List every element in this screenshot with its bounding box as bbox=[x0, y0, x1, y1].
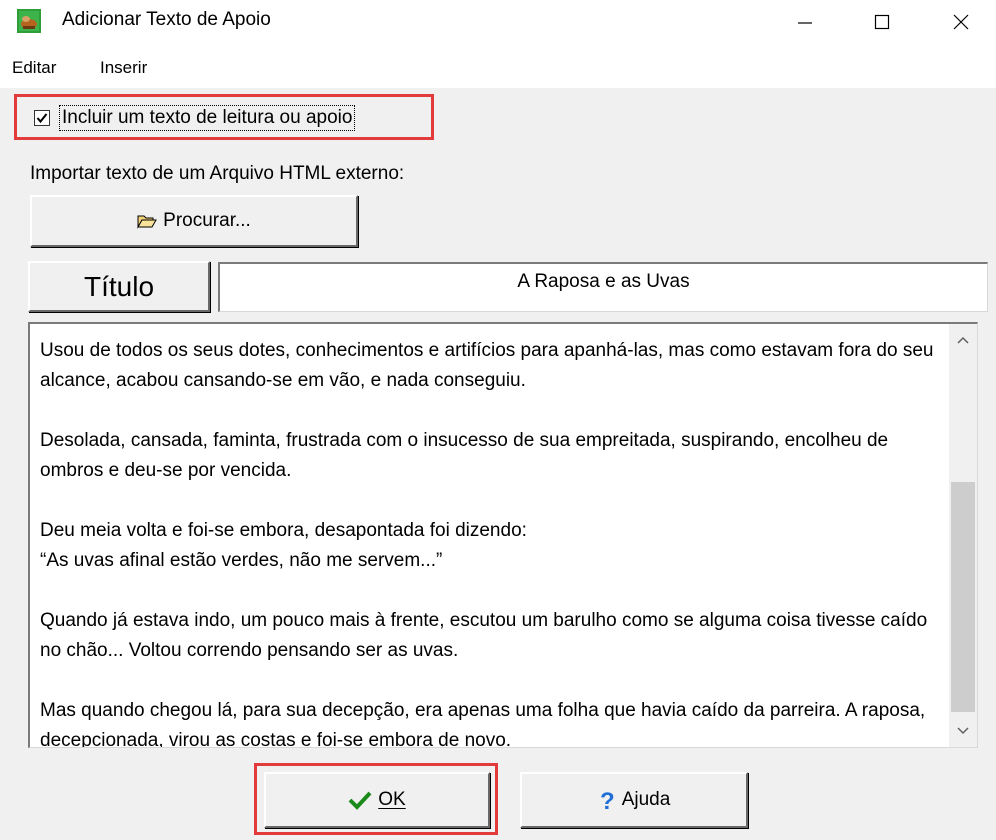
scroll-thumb[interactable] bbox=[951, 482, 975, 712]
window-title: Adicionar Texto de Apoio bbox=[62, 9, 271, 30]
browse-button[interactable]: Procurar... bbox=[30, 195, 358, 247]
title-bar: Adicionar Texto de Apoio bbox=[0, 0, 996, 44]
ok-button-label: OK bbox=[378, 789, 406, 810]
checkmark-icon bbox=[348, 790, 372, 810]
maximize-button[interactable] bbox=[851, 0, 913, 44]
include-text-label[interactable]: Incluir um texto de leitura ou apoio bbox=[58, 105, 356, 131]
menu-inserir[interactable]: Inserir bbox=[100, 58, 147, 78]
chevron-up-icon bbox=[957, 336, 969, 344]
text-paragraph: Desolada, cansada, faminta, frustrada co… bbox=[40, 430, 889, 481]
help-button[interactable]: ? Ajuda bbox=[520, 772, 748, 828]
minimize-icon bbox=[798, 22, 812, 24]
title-input[interactable]: A Raposa e as Uvas bbox=[218, 262, 988, 312]
include-text-checkbox[interactable] bbox=[34, 110, 50, 126]
menu-bar: Editar Inserir bbox=[0, 44, 996, 88]
checkmark-icon bbox=[36, 113, 48, 124]
svg-text:?: ? bbox=[600, 788, 615, 812]
text-paragraph: Deu meia volta e foi-se embora, desapont… bbox=[40, 520, 527, 571]
text-paragraph: Usou de todos os seus dotes, conheciment… bbox=[40, 340, 934, 391]
import-label: Importar texto de um Arquivo HTML extern… bbox=[30, 163, 405, 184]
menu-editar[interactable]: Editar bbox=[12, 58, 56, 78]
title-button-label: Título bbox=[83, 270, 155, 302]
folder-open-icon bbox=[137, 213, 158, 229]
close-icon bbox=[953, 14, 969, 30]
scroll-down-button[interactable] bbox=[949, 715, 977, 747]
app-icon bbox=[17, 9, 41, 33]
text-body-area[interactable]: Usou de todos os seus dotes, conheciment… bbox=[28, 322, 978, 748]
vertical-scrollbar[interactable] bbox=[949, 324, 977, 747]
maximize-icon bbox=[874, 14, 890, 30]
minimize-button[interactable] bbox=[774, 0, 836, 44]
question-icon: ? bbox=[598, 788, 616, 812]
close-button[interactable] bbox=[930, 0, 992, 44]
text-paragraph: Quando já estava indo, um pouco mais à f… bbox=[40, 610, 928, 661]
title-button[interactable]: Título bbox=[28, 261, 210, 312]
ok-button[interactable]: OK bbox=[264, 772, 490, 828]
text-paragraph: Mas quando chegou lá, para sua decepção,… bbox=[40, 700, 926, 748]
scroll-up-button[interactable] bbox=[949, 324, 977, 356]
help-button-label: Ajuda bbox=[621, 789, 671, 810]
text-body-content: Usou de todos os seus dotes, conheciment… bbox=[40, 336, 950, 748]
chevron-down-icon bbox=[957, 727, 969, 735]
browse-button-label: Procurar... bbox=[163, 210, 251, 231]
